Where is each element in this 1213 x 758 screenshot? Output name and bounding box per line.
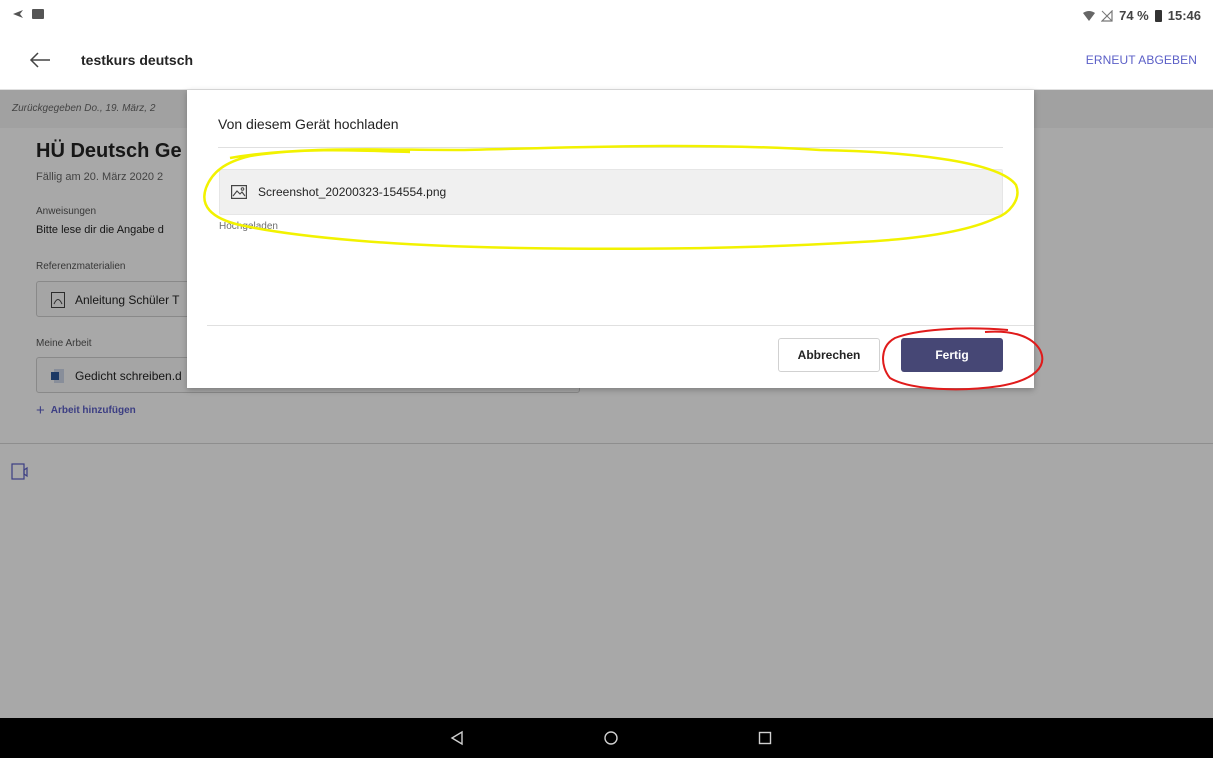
battery-icon (1154, 9, 1162, 22)
course-title: testkurs deutsch (81, 52, 194, 68)
dialog-divider-top (218, 147, 1003, 148)
clock: 15:46 (1167, 8, 1201, 23)
battery-percent: 74 % (1119, 8, 1149, 23)
back-arrow-icon[interactable] (28, 48, 52, 72)
cancel-button[interactable]: Abbrechen (778, 338, 880, 372)
dialog-title: Von diesem Gerät hochladen (218, 116, 399, 132)
status-bar: 74 % 15:46 (0, 0, 1213, 30)
dialog-divider-bottom (207, 325, 1034, 326)
uploaded-file-item[interactable]: Screenshot_20200323-154554.png (219, 169, 1003, 215)
status-bar-left (12, 8, 44, 20)
upload-status: Hochgeladen (219, 221, 278, 232)
nav-recents-icon[interactable] (755, 728, 775, 748)
resubmit-button[interactable]: ERNEUT ABGEBEN (1086, 53, 1197, 67)
wifi-icon (1083, 10, 1096, 21)
nav-back-icon[interactable] (447, 728, 467, 748)
navigation-bar (0, 718, 1213, 758)
image-file-icon (231, 185, 247, 199)
done-button[interactable]: Fertig (901, 338, 1003, 372)
app-bar: testkurs deutsch ERNEUT ABGEBEN (0, 30, 1213, 90)
status-bar-right: 74 % 15:46 (1083, 8, 1201, 23)
screen: 74 % 15:46 testkurs deutsch ERNEUT ABGEB… (0, 0, 1213, 758)
send-icon (13, 10, 23, 18)
image-icon (32, 9, 44, 19)
upload-dialog: Von diesem Gerät hochladen Screenshot_20… (187, 90, 1034, 388)
signal-icon (1101, 9, 1113, 22)
nav-home-icon[interactable] (601, 728, 621, 748)
uploaded-file-name: Screenshot_20200323-154554.png (258, 185, 447, 199)
